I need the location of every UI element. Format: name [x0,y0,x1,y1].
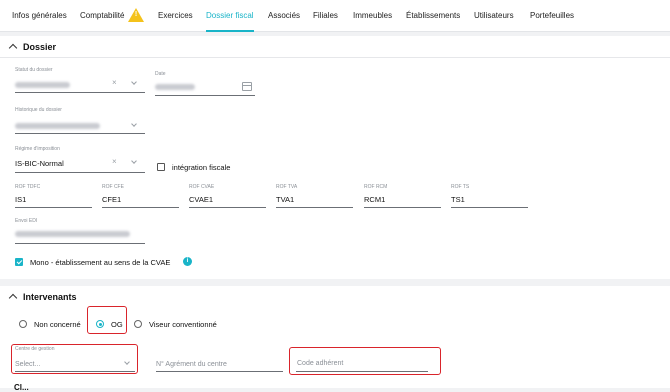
centre-gestion-label: Centre de gestion [15,346,55,352]
rof-ts-value: TS1 [451,195,465,204]
tab-exercices[interactable]: Exercices [158,0,193,32]
regime-label: Régime d'imposition [15,146,60,152]
rof-cvae-value: CVAE1 [189,195,214,204]
rof-rcm-label: ROF RCM [364,184,388,190]
mono-etablissement-label: Mono - établissement au sens de la CVAE [30,258,171,267]
regime-value: IS-BIC-Normal [15,159,64,168]
rof-cfe-label: ROF CFE [102,184,124,190]
integration-fiscale-label: intégration fiscale [172,163,231,172]
radio-non-concerne[interactable] [19,320,27,328]
tab-etablissements[interactable]: Établissements [406,0,460,32]
radio-non-concerne-label: Non concerné [34,320,81,329]
envoi-edi-select[interactable] [15,243,145,244]
tab-utilisateurs[interactable]: Utilisateurs [474,0,514,32]
divider [0,57,670,58]
rof-tdfc-field[interactable] [15,207,92,208]
code-adherent-field[interactable] [296,371,428,372]
agrement-placeholder: N° Agrément du centre [156,361,227,368]
tab-dossier-fiscal[interactable]: Dossier fiscal [206,0,254,32]
intervenants-title: Intervenants [23,292,77,302]
regime-select[interactable] [15,172,145,173]
clear-icon[interactable]: × [112,78,117,87]
rof-tva-label: ROF TVA [276,184,298,190]
rof-tdfc-value: IS1 [15,195,27,204]
envoi-edi-label: Envoi EDI [15,218,38,224]
rof-tdfc-label: ROF TDFC [15,184,41,190]
rof-rcm-value: RCM1 [364,195,386,204]
rof-cfe-value: CFE1 [102,195,122,204]
date-value-redacted [155,84,195,90]
clear-icon[interactable]: × [112,157,117,166]
agrement-field[interactable] [156,371,283,372]
tab-filiales[interactable]: Filiales [313,0,338,32]
centre-gestion-placeholder: Select... [15,361,41,368]
mono-etablissement-checkbox[interactable] [15,258,23,266]
rof-cfe-field[interactable] [102,207,179,208]
chevron-up-icon [8,293,18,303]
rof-ts-label: ROF TS [451,184,470,190]
chevron-down-icon[interactable] [131,121,137,127]
centre-gestion-select[interactable] [15,371,135,372]
intervenants-section: Intervenants Non concerné OG Viseur conv… [0,286,670,392]
radio-viseur-conventionne-label: Viseur conventionné [149,320,217,329]
tab-portefeuilles[interactable]: Portefeuilles [530,0,574,32]
tab-immeubles[interactable]: Immeubles [353,0,392,32]
dossier-header[interactable]: Dossier [8,42,57,53]
historique-select[interactable] [15,133,145,134]
chevron-down-icon[interactable] [131,79,137,85]
integration-fiscale-checkbox[interactable] [157,163,165,171]
statut-value-redacted [15,82,70,88]
chevron-down-icon[interactable] [131,158,137,164]
intervenants-header[interactable]: Intervenants [8,292,77,303]
date-label: Date [155,71,166,77]
rof-ts-field[interactable] [451,207,528,208]
tab-comptabilite[interactable]: Comptabilité [80,0,124,32]
rof-tva-field[interactable] [276,207,353,208]
historique-label: Historique du dossier [15,107,62,113]
statut-label: Statut du dossier [15,67,53,73]
dossier-section: Dossier Statut du dossier × Date Histori… [0,36,670,279]
info-icon[interactable]: i [183,257,192,266]
tab-infos-generales[interactable]: Infos générales [12,0,67,32]
rof-cvae-label: ROF CVAE [189,184,215,190]
chevron-up-icon [8,43,18,53]
rof-cvae-field[interactable] [189,207,266,208]
radio-og-label: OG [111,320,123,329]
rof-tva-value: TVA1 [276,195,295,204]
radio-og[interactable] [96,320,104,328]
warning-icon: ! [128,8,144,22]
radio-viseur-conventionne[interactable] [134,320,142,328]
rof-rcm-field[interactable] [364,207,441,208]
tab-associes[interactable]: Associés [268,0,300,32]
historique-value-redacted [15,123,100,129]
statut-select[interactable] [15,92,145,93]
code-adherent-placeholder: Code adhérent [297,360,344,367]
date-field[interactable] [155,95,255,96]
envoi-edi-value-redacted [15,231,130,237]
dossier-title: Dossier [23,42,57,52]
tab-bar: Infos générales Comptabilité ! Exercices… [0,0,670,32]
calendar-icon[interactable] [242,82,252,91]
